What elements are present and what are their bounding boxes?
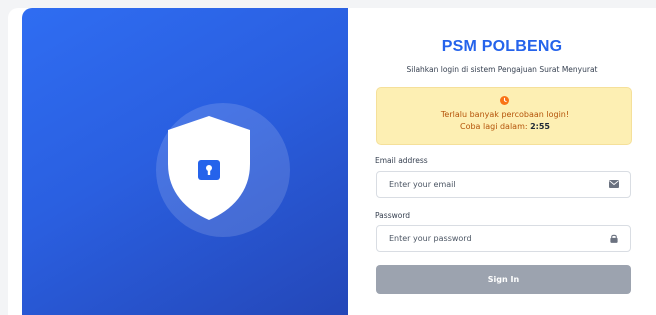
- hero-panel: [22, 8, 348, 315]
- email-field[interactable]: Enter your email: [376, 171, 631, 198]
- clock-icon: [500, 96, 509, 105]
- alert-retry-text: Coba lagi dalam: 2:55: [377, 122, 633, 131]
- alert-message: Terlalu banyak percobaan login!: [440, 110, 570, 119]
- password-field[interactable]: Enter your password: [376, 225, 631, 252]
- password-label: Password: [375, 211, 411, 220]
- lock-icon: [610, 234, 618, 243]
- login-form: PSM POLBENG Silahkan login di sistem Pen…: [348, 8, 656, 315]
- password-placeholder: Enter your password: [389, 234, 472, 243]
- page-title: PSM POLBENG: [441, 38, 563, 55]
- email-placeholder: Enter your email: [389, 180, 456, 189]
- alert-retry-prefix: Coba lagi dalam:: [459, 122, 531, 131]
- rate-limit-alert: Terlalu banyak percobaan login! Coba lag…: [376, 87, 632, 145]
- envelope-icon: [609, 180, 619, 188]
- countdown-timer: 2:55: [530, 122, 550, 131]
- email-label: Email address: [375, 156, 428, 165]
- shield-lock-icon: [168, 116, 250, 220]
- page-subtitle: Silahkan login di sistem Pengajuan Surat…: [406, 65, 598, 74]
- sign-in-button[interactable]: Sign In: [376, 265, 631, 294]
